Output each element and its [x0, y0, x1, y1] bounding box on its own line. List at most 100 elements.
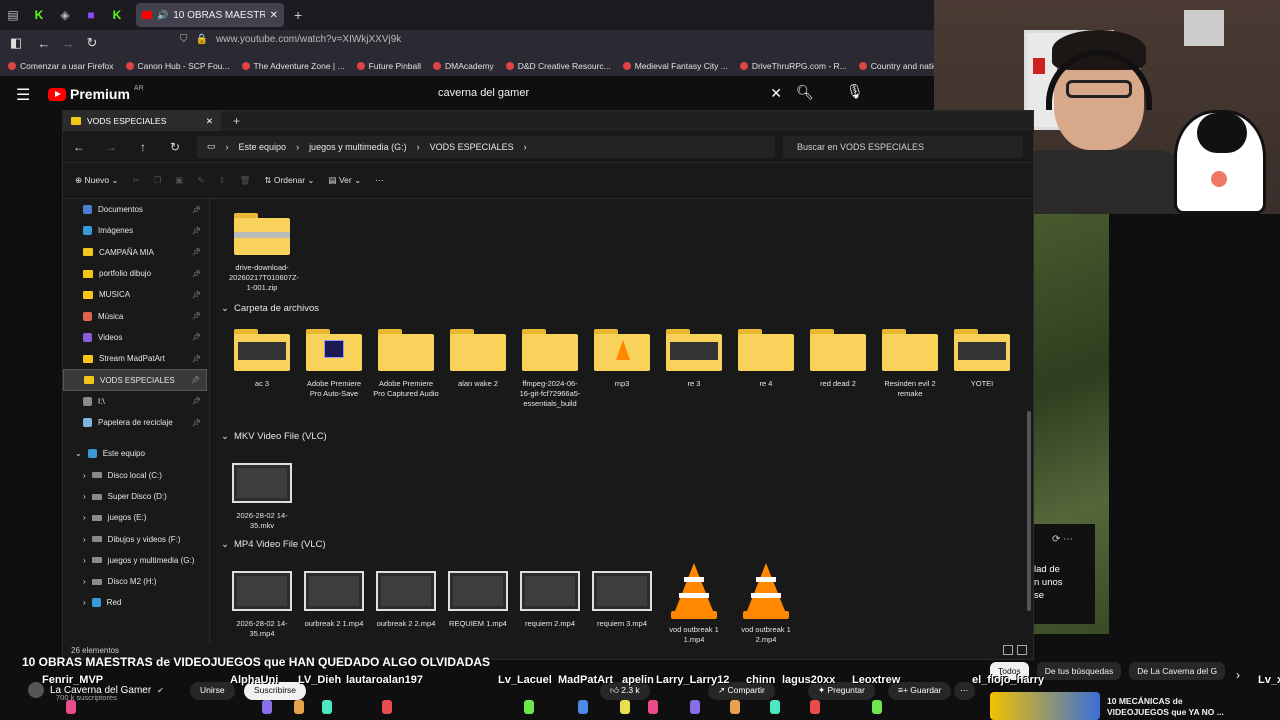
explorer-scrollbar[interactable] [1027, 411, 1031, 611]
sidebar-item-drive[interactable]: › Dibujos y videos (F:) [63, 528, 207, 549]
sidebar-item-drive[interactable]: › Disco local (C:) [63, 465, 207, 486]
new-tab-button[interactable]: + [294, 7, 302, 23]
sidebar-item[interactable]: Documentos 📌︎ [63, 199, 207, 220]
pinned-tab-icon[interactable]: ◈ [52, 0, 78, 30]
video-file[interactable]: ourbreak 2 1.mp4 [301, 571, 367, 629]
chevron-right-icon[interactable]: › [83, 492, 86, 501]
pinned-tab-kick-icon-2[interactable]: K [104, 0, 130, 30]
youtube-logo[interactable]: Premium AR [48, 85, 144, 102]
folder-item[interactable]: re 4 [733, 329, 799, 389]
recommended-video-title[interactable]: 10 MECÁNICAS de VIDEOJUEGOS que YA NO ..… [1107, 696, 1224, 719]
sidebar-item[interactable]: Stream MadPatArt 📌︎ [63, 348, 207, 369]
zip-file[interactable]: drive-download-20260217T010607Z-1-001.zi… [229, 213, 299, 292]
pane-divider[interactable] [209, 199, 210, 643]
explorer-back-icon[interactable]: ← [63, 140, 95, 154]
pin-icon[interactable]: 📌︎ [192, 333, 201, 341]
new-explorer-tab-button[interactable]: + [233, 114, 240, 128]
chevron-right-icon[interactable]: › [83, 535, 86, 544]
folder-item[interactable]: mp3 [589, 329, 655, 389]
folder-item[interactable]: Adobe Premiere Pro Captured Audio [373, 329, 439, 399]
share-icon[interactable]: ⇪ [218, 175, 225, 186]
bookmark-item[interactable]: DMAcademy [433, 61, 494, 71]
folder-item[interactable]: Adobe Premiere Pro Auto-Save [301, 329, 367, 399]
microphone-icon[interactable]: 🎙︎ [846, 83, 864, 100]
sidebar-toggle-icon[interactable]: ◧ [4, 35, 28, 51]
rename-icon[interactable]: ✎ [197, 175, 204, 186]
group-header-mkv[interactable]: ⌄ MKV Video File (VLC) [221, 431, 327, 442]
sidebar-item[interactable]: portfolio dibujo 📌︎ [63, 263, 207, 284]
sidebar-item[interactable]: VODS ESPECIALES 📌︎ [63, 369, 207, 391]
delete-icon[interactable]: 🗑︎ [240, 175, 251, 186]
pin-icon[interactable]: 📌︎ [192, 355, 201, 363]
video-file[interactable]: 2026-28-02 14-35.mp4 [229, 571, 295, 639]
video-file[interactable]: vod outbreak 1 2.mp4 [733, 563, 799, 645]
pin-icon[interactable]: 📌︎ [192, 397, 201, 405]
bookmark-item[interactable]: DriveThruRPG.com - R... [739, 61, 847, 71]
folder-item[interactable]: Resinden evil 2 remake [877, 329, 943, 399]
bookmark-item[interactable]: Medieval Fantasy City ... [622, 61, 728, 71]
sidebar-item-drive[interactable]: › Super Disco (D:) [63, 486, 207, 507]
sidebar-item[interactable]: CAMPAÑA MIA 📌︎ [63, 242, 207, 263]
sidebar-item[interactable]: I:\ 📌︎ [63, 391, 207, 412]
pin-icon[interactable]: 📌︎ [192, 419, 201, 427]
view-button[interactable]: ▤ Ver ⌄ [329, 175, 362, 186]
tab-list-icon[interactable]: ▤ [0, 0, 26, 30]
chevron-down-icon[interactable]: ⌄ [221, 431, 229, 442]
sidebar-item-network[interactable]: › Red [63, 592, 207, 613]
sidebar-item[interactable]: Imágenes 📌︎ [63, 220, 207, 241]
breadcrumb-this-pc[interactable]: Este equipo [239, 142, 287, 152]
video-file[interactable]: 2026-28-02 14-35.mkv [229, 463, 295, 531]
chip-from-searches[interactable]: De tus búsquedas [1036, 662, 1122, 680]
shield-icon[interactable]: ⛉ [180, 34, 188, 45]
bookmark-item[interactable]: The Adventure Zone | ... [241, 61, 345, 71]
folder-item[interactable]: red dead 2 [805, 329, 871, 389]
join-button[interactable]: Unirse [190, 682, 235, 700]
new-button[interactable]: ⊕ Nuevo ⌄ [75, 175, 119, 186]
sort-button[interactable]: ⇅ Ordenar ⌄ [264, 175, 314, 186]
folder-item[interactable]: ac 3 [229, 329, 295, 389]
sidebar-item-drive[interactable]: › juegos y multimedia (G:) [63, 550, 207, 571]
explorer-up-icon[interactable]: ↑ [127, 140, 159, 154]
clear-search-icon[interactable]: ✕ [770, 85, 782, 102]
close-explorer-tab-icon[interactable]: ✕ [206, 116, 213, 127]
sidebar-item-drive[interactable]: › Disco M2 (H:) [63, 571, 207, 592]
bookmark-item[interactable]: Canon Hub - SCP Fou... [125, 61, 230, 71]
chevron-right-icon[interactable]: › [83, 556, 86, 565]
pin-icon[interactable]: 📌︎ [192, 270, 201, 278]
sidebar-item[interactable]: Música 📌︎ [63, 305, 207, 326]
sidebar-item-drive[interactable]: › juegos (E:) [63, 507, 207, 528]
chevron-down-icon[interactable]: ⌄ [221, 539, 229, 550]
pin-icon[interactable]: 📌︎ [192, 227, 201, 235]
video-file[interactable]: ourbreak 2 2.mp4 [373, 571, 439, 629]
details-view-icon[interactable] [1003, 645, 1013, 655]
folder-item[interactable]: ffmpeg-2024-06-16-git-fcf72966a5-essenti… [517, 329, 583, 408]
pin-icon[interactable]: 📌︎ [192, 291, 201, 299]
breadcrumb[interactable]: ▭ › Este equipo › juegos y multimedia (G… [197, 135, 775, 158]
video-file[interactable]: requiem 3.mp4 [589, 571, 655, 629]
folder-item[interactable]: alan wake 2 [445, 329, 511, 389]
more-options-icon[interactable]: ⋯ [375, 175, 384, 186]
paste-icon[interactable]: ▣ [175, 175, 183, 186]
group-header-mp4[interactable]: ⌄ MP4 Video File (VLC) [221, 539, 326, 550]
explorer-forward-icon[interactable]: → [95, 140, 127, 154]
pin-icon[interactable]: 📌︎ [192, 206, 201, 214]
video-file[interactable]: requiem 2.mp4 [517, 571, 583, 629]
pin-icon[interactable]: 📌︎ [192, 248, 201, 256]
breadcrumb-folder[interactable]: VODS ESPECIALES [430, 142, 514, 152]
pinned-tab-kick-icon[interactable]: K [26, 0, 52, 30]
explorer-tab[interactable]: VODS ESPECIALES ✕ [63, 111, 221, 131]
folder-item[interactable]: re 3 [661, 329, 727, 389]
replay-icon[interactable]: ⟳ ⋯ [1052, 534, 1073, 545]
pin-icon[interactable]: 📌︎ [192, 312, 201, 320]
chevron-right-icon[interactable]: › [83, 598, 86, 607]
breadcrumb-drive[interactable]: juegos y multimedia (G:) [309, 142, 407, 152]
video-file[interactable]: REQUIEM 1.mp4 [445, 571, 511, 629]
forward-icon[interactable]: → [56, 36, 80, 51]
speaker-icon[interactable]: 🔊 [157, 10, 168, 21]
search-input[interactable]: caverna del gamer ✕ [428, 80, 792, 106]
chevron-right-icon[interactable]: › [83, 513, 86, 522]
video-file[interactable]: vod outbreak 1 1.mp4 [661, 563, 727, 645]
copy-icon[interactable]: ❐ [154, 175, 162, 186]
url-bar[interactable]: ⛉ 🔒 www.youtube.com/watch?v=XIWkjXXVj9k [180, 34, 401, 45]
folder-item[interactable]: YOTEI [949, 329, 1015, 389]
